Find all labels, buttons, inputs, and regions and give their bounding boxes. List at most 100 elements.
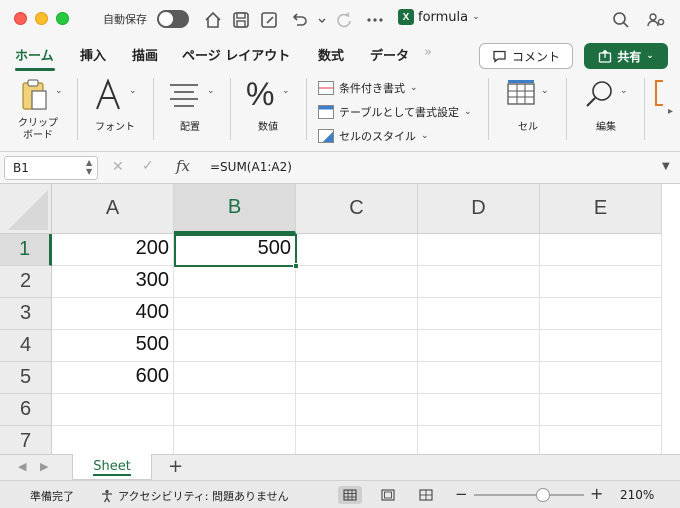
cell-c5[interactable] [296,362,418,394]
cell-b6[interactable] [174,394,296,426]
close-window-button[interactable] [14,12,27,25]
cancel-icon[interactable]: ✕ [112,159,124,175]
cell-a2[interactable]: 300 [52,266,174,298]
previous-sheet-icon[interactable]: ◀ [18,460,26,473]
column-header-a[interactable]: A [52,184,174,234]
add-ins-icon[interactable] [655,80,663,106]
spreadsheet-grid[interactable]: A B C D E 1 200 500 2 300 3 400 4 500 5 600 6 7 [0,184,680,454]
cell-e6[interactable] [540,394,662,426]
format-as-table-button[interactable]: テーブルとして書式設定 ⌄ [318,104,472,120]
column-header-b[interactable]: B [174,184,296,234]
cell-c7[interactable] [296,426,418,454]
cell-d4[interactable] [418,330,540,362]
column-header-e[interactable]: E [540,184,662,234]
tab-page-layout[interactable]: ページ レイアウト [182,45,290,64]
zoom-slider-thumb[interactable] [536,488,550,502]
save-icon[interactable] [230,9,252,31]
column-header-d[interactable]: D [418,184,540,234]
sheet-tab[interactable]: Sheet [72,454,152,480]
home-icon[interactable] [202,9,224,31]
cell-c2[interactable] [296,266,418,298]
enter-check-icon[interactable]: ✓ [142,158,154,174]
cell-b5[interactable] [174,362,296,394]
font-group[interactable]: ⌄ フォント [83,72,147,148]
alignment-group[interactable]: ⌄ 配置 [160,72,224,148]
page-break-view-button[interactable] [414,486,438,504]
cell-c3[interactable] [296,298,418,330]
edit-save-icon[interactable] [258,9,280,31]
cell-b4[interactable] [174,330,296,362]
row-header-4[interactable]: 4 [0,330,52,362]
formula-input[interactable]: =SUM(A1:A2) [210,160,292,174]
tab-insert[interactable]: 挿入 [80,45,106,64]
conditional-formatting-button[interactable]: 条件付き書式 ⌄ [318,80,418,96]
cell-a5[interactable]: 600 [52,362,174,394]
normal-view-button[interactable] [338,486,362,504]
zoom-out-button[interactable]: − [455,485,468,503]
row-header-5[interactable]: 5 [0,362,52,394]
name-box[interactable]: B1 [4,156,98,180]
accessibility-status[interactable]: アクセシビリティ: 問題ありません [100,488,289,504]
undo-icon[interactable] [288,9,310,31]
row-header-7[interactable]: 7 [0,426,52,454]
cell-styles-button[interactable]: セルのスタイル ⌄ [318,128,429,144]
expand-formula-bar-icon[interactable]: ▼ [662,161,670,172]
share-button[interactable]: 共有 ⌄ [584,43,668,69]
zoom-in-button[interactable]: + [590,484,603,503]
cells-group[interactable]: ⌄ セル [496,72,560,148]
cell-a4[interactable]: 500 [52,330,174,362]
fill-handle[interactable] [293,263,299,269]
row-header-2[interactable]: 2 [0,266,52,298]
next-sheet-icon[interactable]: ▶ [40,460,48,473]
row-header-1[interactable]: 1 [0,234,52,266]
cell-d6[interactable] [418,394,540,426]
cell-d3[interactable] [418,298,540,330]
add-sheet-button[interactable]: + [168,456,183,477]
row-header-6[interactable]: 6 [0,394,52,426]
minimize-window-button[interactable] [35,12,48,25]
clipboard-group[interactable]: ⌄ クリップ ボード [8,72,68,148]
zoom-level[interactable]: 210% [620,488,654,502]
tab-draw[interactable]: 描画 [132,45,158,64]
cell-c1[interactable] [296,234,418,266]
cell-c6[interactable] [296,394,418,426]
ribbon-scroll-right-icon[interactable]: ▸ [668,106,673,117]
cell-e2[interactable] [540,266,662,298]
cell-a1[interactable]: 200 [52,234,174,266]
zoom-window-button[interactable] [56,12,69,25]
cell-e4[interactable] [540,330,662,362]
cell-e3[interactable] [540,298,662,330]
tab-home[interactable]: ホーム [15,45,54,64]
cell-b2[interactable] [174,266,296,298]
file-title[interactable]: X formula ⌄ [398,9,480,25]
cell-e7[interactable] [540,426,662,454]
cell-d5[interactable] [418,362,540,394]
cell-e5[interactable] [540,362,662,394]
comment-button[interactable]: コメント [479,43,573,69]
name-box-stepper-icon[interactable]: ▲ ▼ [86,158,92,176]
number-group[interactable]: % ⌄ 数値 [236,72,300,148]
cell-a7[interactable] [52,426,174,454]
more-tabs-icon[interactable]: » [424,45,432,60]
cell-a6[interactable] [52,394,174,426]
column-header-c[interactable]: C [296,184,418,234]
undo-dropdown-icon[interactable] [311,9,326,31]
more-icon[interactable] [364,9,386,31]
redo-icon[interactable] [333,9,355,31]
cell-e1[interactable] [540,234,662,266]
search-icon[interactable] [610,9,632,31]
cell-b7[interactable] [174,426,296,454]
autosave-toggle[interactable] [157,10,189,28]
tab-data[interactable]: データ [370,45,409,64]
row-header-3[interactable]: 3 [0,298,52,330]
editing-group[interactable]: ⌄ 編集 [574,72,638,148]
cell-c4[interactable] [296,330,418,362]
insert-function-icon[interactable]: fx [176,157,190,175]
page-layout-view-button[interactable] [376,486,400,504]
cell-a3[interactable]: 400 [52,298,174,330]
zoom-slider-track[interactable] [474,494,584,496]
select-all-corner[interactable] [0,184,52,234]
tab-formulas[interactable]: 数式 [318,45,344,64]
cell-d7[interactable] [418,426,540,454]
cell-d2[interactable] [418,266,540,298]
